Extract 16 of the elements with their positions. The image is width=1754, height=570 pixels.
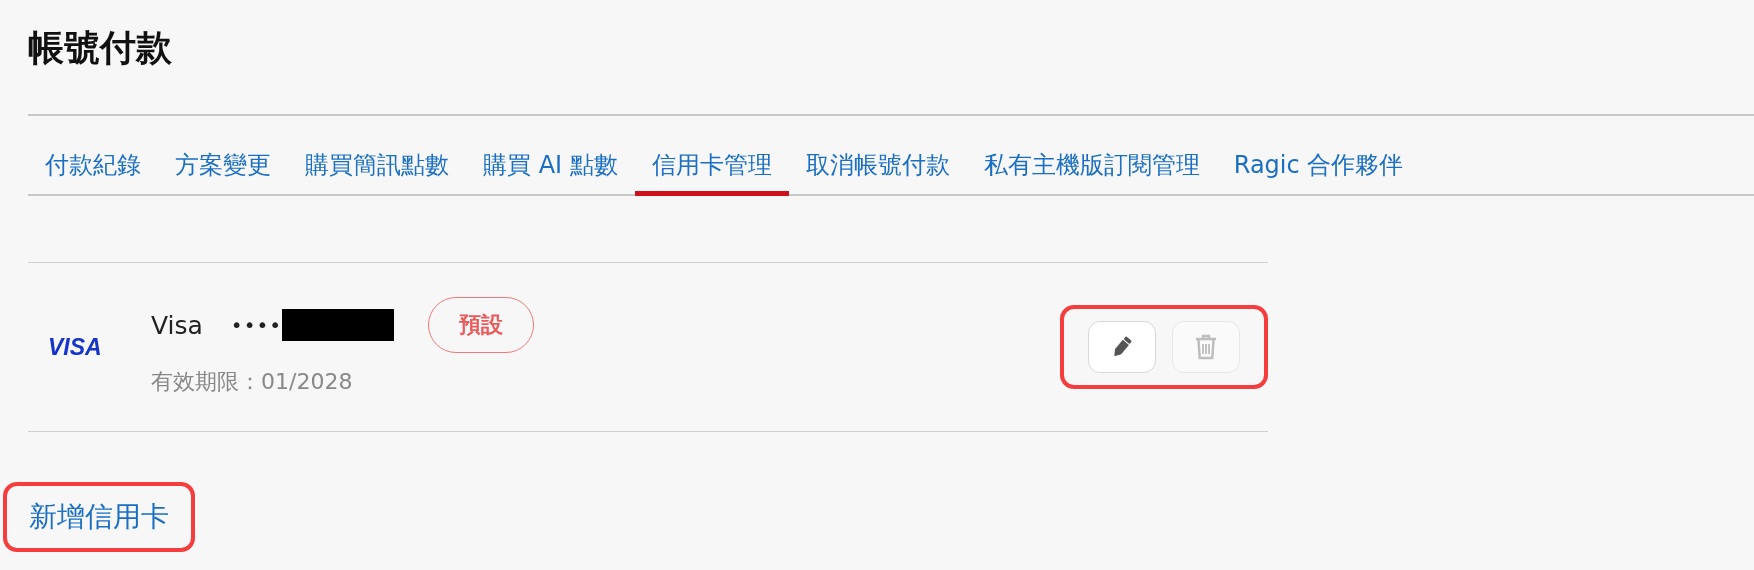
page-title: 帳號付款 [28,26,173,70]
card-brand: Visa [151,310,203,340]
tab[interactable]: 購買簡訊點數 [288,116,466,196]
tab[interactable]: 購買 AI 點數 [466,116,635,196]
add-card-link[interactable]: 新增信用卡 [29,500,169,533]
tab[interactable]: 信用卡管理 [634,116,789,196]
tab[interactable]: 私有主機版訂閱管理 [966,116,1217,196]
tab[interactable]: Ragic 合作夥伴 [1216,116,1421,196]
card-expiry: 有效期限：01/2028 [151,368,354,396]
tab[interactable]: 方案變更 [158,116,288,196]
tab[interactable]: 付款紀錄 [28,116,158,196]
tab[interactable]: 取消帳號付款 [788,116,967,196]
card-number: •••• [230,313,283,337]
edit-button[interactable] [1088,321,1156,373]
card-brand-logo: VISA [47,333,103,361]
trash-icon [1195,334,1217,360]
